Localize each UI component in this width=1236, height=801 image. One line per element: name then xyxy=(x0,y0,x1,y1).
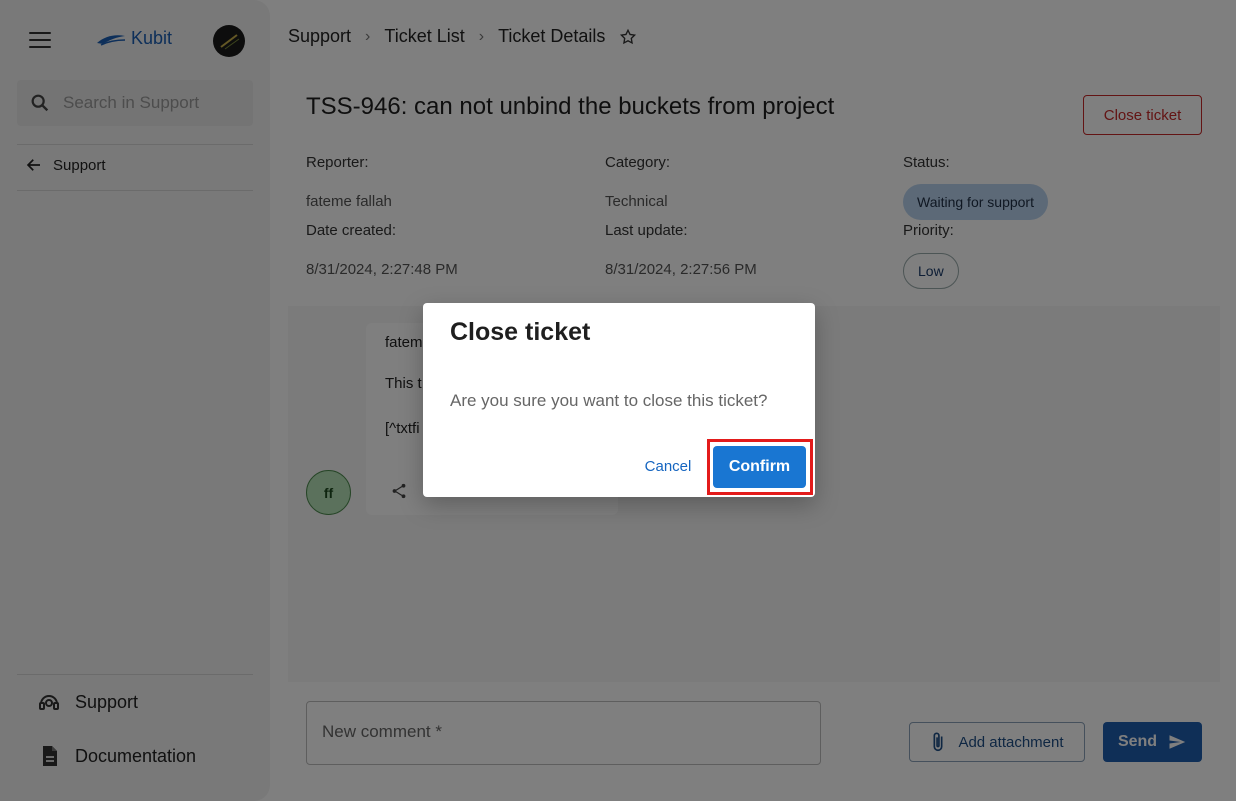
dialog-title: Close ticket xyxy=(450,318,591,346)
confirm-button[interactable]: Confirm xyxy=(713,446,806,488)
close-ticket-dialog: Close ticket Are you sure you want to cl… xyxy=(423,303,815,497)
cancel-button[interactable]: Cancel xyxy=(635,451,701,481)
dialog-message: Are you sure you want to close this tick… xyxy=(450,391,768,410)
